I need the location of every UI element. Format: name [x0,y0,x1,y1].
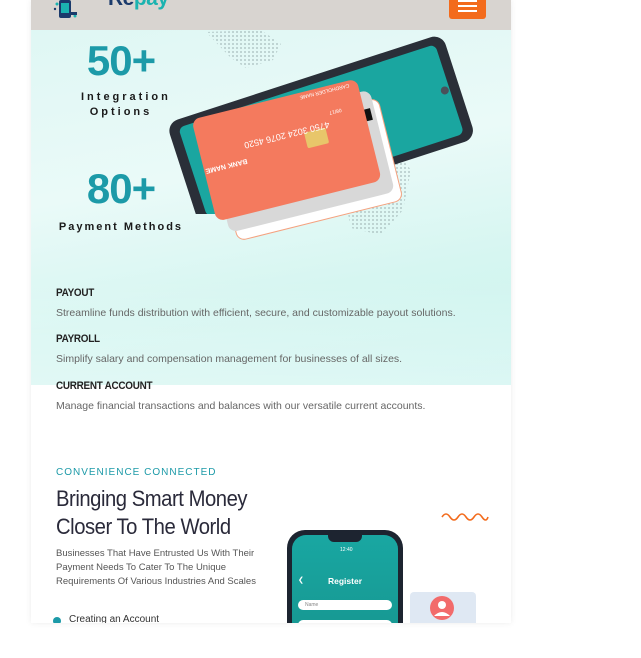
stat-value: 50+ [86,37,156,84]
stat-integration: 50+ Integration Options [81,37,171,120]
stat-label: Payment Methods [58,221,184,233]
service-title: PAYROLL [56,333,100,345]
stat-value: 80+ [86,165,156,212]
hero-section: 4750 3024 2076 4520 BANK NAME CARDHOLDER… [31,30,511,385]
feature-list-item: Creating an Account [69,614,160,623]
user-avatar-icon [430,596,454,620]
section-headline: Bringing Smart Money Closer To The World [56,485,277,541]
service-payroll: PAYROLL Simplify salary and compensation… [56,333,402,365]
service-title: CURRENT ACCOUNT [56,380,153,392]
phone-mockup: 12:40 ❮ Register Name [287,530,403,623]
hamburger-icon-bar [458,5,477,7]
phone-notch [328,535,362,542]
user-avatar-card [410,592,476,623]
phone-field-placeholder: Name [305,602,319,608]
headline-line-2: Closer To The World [56,514,231,539]
service-description: Simplify salary and compensation managem… [56,353,403,365]
service-title: PAYOUT [56,287,94,299]
section-body: Businesses That Have Entrusted Us With T… [56,548,256,587]
stat-payment-methods: 80+ Payment Methods [51,166,191,235]
phone-screen-title: Register [327,576,362,586]
phone-time: 12:40 [340,547,353,553]
service-description: Manage financial transactions and balanc… [56,400,426,412]
service-payout: PAYOUT Streamline funds distribution wit… [56,287,456,319]
bullet-dot-icon [53,617,61,623]
service-current-account: CURRENT ACCOUNT Manage financial transac… [56,380,425,412]
squiggle-decoration-icon [441,513,489,521]
hamburger-icon [458,0,477,2]
headline-line-1: Bringing Smart Money [56,486,248,511]
phone-name-field: Name [298,600,392,610]
phone-second-field [298,620,392,623]
logo-wordmark: Repay [108,0,169,11]
hamburger-icon-bar [458,10,477,12]
repay-logo[interactable]: Repay [53,0,169,24]
site-header: Repay [31,0,511,30]
phone-screen: 12:40 ❮ Register Name [292,535,398,623]
page-viewport: Repay [31,0,511,623]
section-eyebrow: CONVENIENCE CONNECTED [56,467,217,478]
logo-mark-icon [53,0,77,18]
stat-label-2: Options [89,106,153,118]
service-description: Streamline funds distribution with effic… [56,307,456,319]
menu-toggle-button[interactable] [449,0,486,19]
stat-label: Integration [81,91,171,103]
